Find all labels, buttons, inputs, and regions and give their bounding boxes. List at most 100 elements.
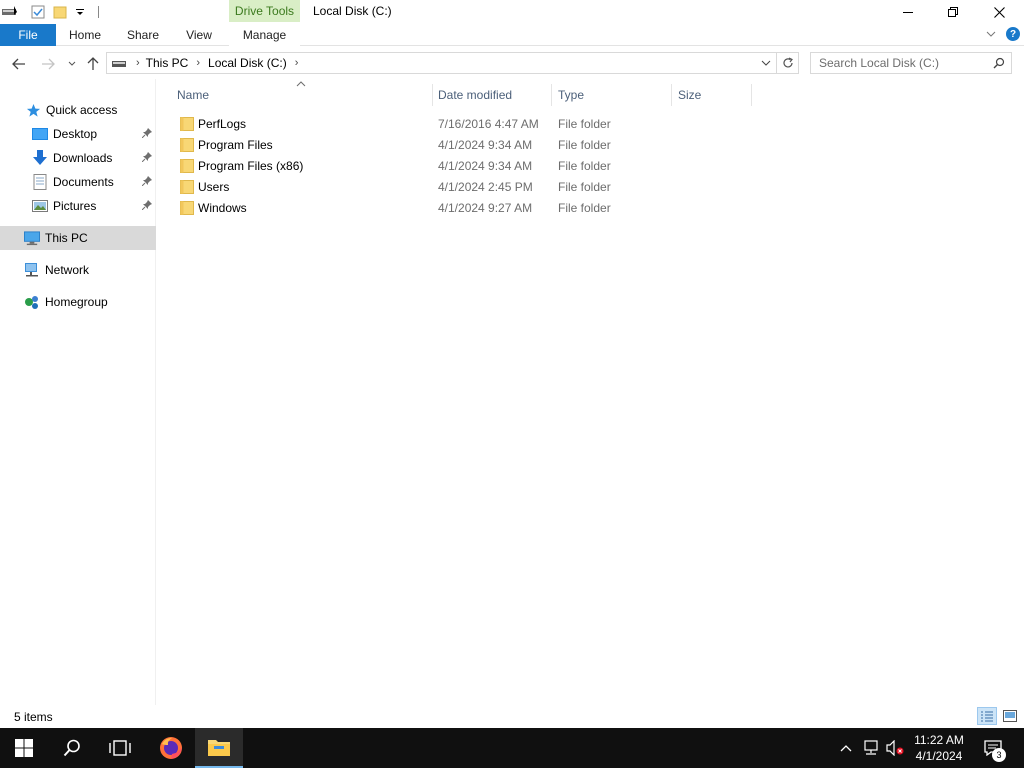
- sidebar-item-desktop[interactable]: Desktop: [0, 122, 156, 146]
- clock-time: 11:22 AM: [914, 733, 964, 747]
- breadcrumb-local-disk[interactable]: Local Disk (C:): [208, 56, 287, 70]
- download-arrow-icon: [32, 150, 48, 166]
- tab-share[interactable]: Share: [120, 24, 166, 46]
- sidebar-item-label: Quick access: [46, 103, 118, 117]
- customize-qat-chevron-icon[interactable]: [70, 1, 90, 23]
- file-date: 4/1/2024 9:34 AM: [438, 137, 533, 152]
- file-date: 4/1/2024 9:27 AM: [438, 200, 533, 215]
- sidebar-item-label: This PC: [45, 231, 88, 245]
- volume-muted-icon[interactable]: [884, 728, 906, 768]
- folder-icon: [180, 158, 194, 176]
- breadcrumb-separator-icon[interactable]: ›: [196, 57, 200, 69]
- pin-icon[interactable]: [141, 151, 152, 165]
- start-button[interactable]: [0, 728, 48, 768]
- tab-file[interactable]: File: [0, 24, 56, 46]
- status-bar: 5 items: [0, 705, 1024, 728]
- network-icon: [24, 262, 40, 278]
- desktop-icon: [32, 126, 48, 142]
- qat-separator: [98, 6, 99, 18]
- column-header-name[interactable]: Name: [171, 84, 433, 106]
- file-type: File folder: [558, 137, 611, 152]
- quick-access-toolbar: [0, 0, 99, 24]
- file-date: 4/1/2024 9:34 AM: [438, 158, 533, 173]
- search-input[interactable]: [819, 56, 989, 70]
- show-hidden-icons-chevron-icon[interactable]: [836, 728, 856, 768]
- table-row[interactable]: PerfLogs 7/16/2016 4:47 AM File folder: [176, 113, 736, 134]
- column-header-date-modified[interactable]: Date modified: [432, 84, 552, 106]
- sidebar-item-this-pc[interactable]: This PC: [0, 226, 156, 250]
- sidebar-item-homegroup[interactable]: Homegroup: [0, 290, 156, 314]
- forward-arrow-icon[interactable]: [39, 55, 57, 73]
- close-button[interactable]: [976, 0, 1022, 24]
- sidebar-item-label: Documents: [53, 175, 114, 189]
- file-type: File folder: [558, 179, 611, 194]
- network-status-icon[interactable]: [860, 728, 882, 768]
- clock-date: 4/1/2024: [915, 749, 963, 763]
- sidebar-item-network[interactable]: Network: [0, 258, 156, 282]
- large-icons-view-icon[interactable]: [1000, 707, 1020, 725]
- details-view-icon[interactable]: [977, 707, 997, 725]
- search-taskbar-icon[interactable]: [48, 728, 96, 768]
- file-name: PerfLogs: [198, 116, 247, 131]
- window-title: Local Disk (C:): [313, 4, 392, 18]
- refresh-button[interactable]: [777, 52, 799, 74]
- pin-icon[interactable]: [141, 127, 152, 141]
- expand-ribbon-chevron-icon[interactable]: [986, 27, 996, 41]
- drive-icon: [112, 58, 126, 68]
- sidebar-item-documents[interactable]: Documents: [0, 170, 156, 194]
- sidebar-item-pictures[interactable]: Pictures: [0, 194, 156, 218]
- folder-icon: [180, 200, 194, 218]
- sidebar-item-label: Homegroup: [45, 295, 108, 309]
- firefox-icon[interactable]: [147, 728, 195, 768]
- breadcrumb-this-pc[interactable]: This PC: [146, 56, 189, 70]
- table-row[interactable]: Users 4/1/2024 2:45 PM File folder: [176, 176, 736, 197]
- action-center-icon[interactable]: [978, 728, 1008, 768]
- table-row[interactable]: Program Files 4/1/2024 9:34 AM File fold…: [176, 134, 736, 155]
- address-bar[interactable]: › This PC › Local Disk (C:) ›: [106, 52, 777, 74]
- pin-icon[interactable]: [141, 175, 152, 189]
- help-icon[interactable]: ?: [1006, 27, 1020, 41]
- new-folder-icon[interactable]: [50, 1, 70, 23]
- taskbar: 11:22 AM 4/1/2024 3: [0, 728, 1024, 768]
- file-name: Program Files: [198, 137, 273, 152]
- file-type: File folder: [558, 158, 611, 173]
- sidebar-item-label: Downloads: [53, 151, 113, 165]
- pictures-icon: [32, 198, 48, 214]
- sidebar-item-downloads[interactable]: Downloads: [0, 146, 156, 170]
- breadcrumb-separator-icon[interactable]: ›: [295, 57, 299, 69]
- recent-locations-chevron-icon[interactable]: [63, 55, 81, 73]
- navigation-bar: › This PC › Local Disk (C:) ›: [0, 47, 1024, 79]
- up-arrow-icon[interactable]: [84, 55, 102, 73]
- tab-manage[interactable]: Manage: [229, 24, 300, 46]
- drive-app-icon[interactable]: [0, 1, 20, 23]
- file-date: 7/16/2016 4:47 AM: [438, 116, 539, 131]
- navigation-pane: Quick access Desktop Downloads Documents: [0, 79, 156, 705]
- file-list: Name Date modified Type Size PerfLogs 7/…: [157, 79, 1024, 705]
- column-header-type[interactable]: Type: [552, 84, 672, 106]
- tab-home[interactable]: Home: [62, 24, 108, 46]
- back-arrow-icon[interactable]: [10, 55, 28, 73]
- folder-icon: [180, 179, 194, 197]
- table-row[interactable]: Program Files (x86) 4/1/2024 9:34 AM Fil…: [176, 155, 736, 176]
- table-row[interactable]: Windows 4/1/2024 9:27 AM File folder: [176, 197, 736, 218]
- tab-view[interactable]: View: [178, 24, 220, 46]
- folder-icon: [180, 137, 194, 155]
- breadcrumb-separator-icon[interactable]: ›: [136, 57, 140, 69]
- restore-button[interactable]: [930, 0, 976, 24]
- minimize-button[interactable]: [885, 0, 931, 24]
- search-box[interactable]: [810, 52, 1012, 74]
- properties-icon[interactable]: [28, 1, 48, 23]
- task-view-icon[interactable]: [96, 728, 144, 768]
- homegroup-icon: [24, 294, 40, 310]
- pin-icon[interactable]: [141, 199, 152, 213]
- taskbar-clock[interactable]: 11:22 AM 4/1/2024: [905, 732, 973, 764]
- search-icon[interactable]: [993, 57, 1005, 72]
- file-explorer-taskbar-icon[interactable]: [195, 728, 243, 768]
- drive-tools-context-tab: Drive Tools: [229, 0, 300, 22]
- column-header-size[interactable]: Size: [672, 84, 752, 106]
- star-icon: [25, 102, 41, 118]
- address-history-chevron-icon[interactable]: [756, 53, 776, 73]
- notification-count-badge: 3: [992, 748, 1006, 762]
- sidebar-item-quick-access[interactable]: Quick access: [0, 98, 156, 122]
- file-date: 4/1/2024 2:45 PM: [438, 179, 533, 194]
